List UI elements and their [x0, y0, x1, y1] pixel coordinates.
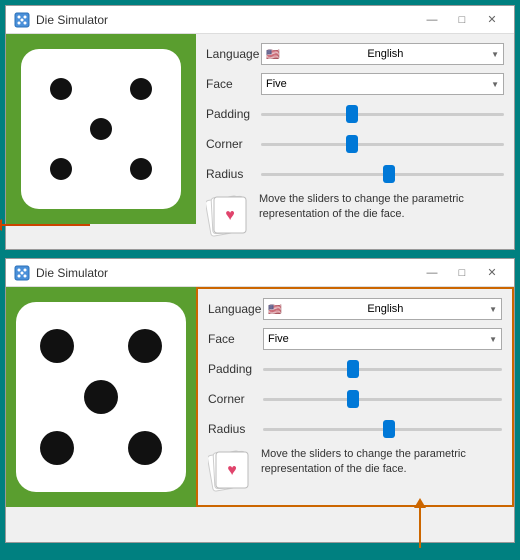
top-dot-br [130, 158, 152, 180]
bottom-arrow-line-icon [419, 508, 421, 548]
top-corner-slider[interactable] [261, 134, 504, 154]
top-language-chevron-icon: ▼ [491, 50, 499, 59]
bottom-face-row: Face Five ▼ [208, 327, 502, 351]
bottom-close-button[interactable]: ✕ [478, 262, 506, 284]
top-die-face [21, 49, 181, 209]
bottom-flag-icon: 🇺🇸 [268, 303, 282, 316]
bottom-window-content: Language 🇺🇸 English ▼ Face Five ▼ Paddin… [6, 287, 514, 507]
left-arrow-container [0, 215, 120, 235]
bottom-padding-thumb[interactable] [347, 360, 359, 378]
top-corner-thumb[interactable] [346, 135, 358, 153]
bottom-info-box: ♥ Move the sliders to change the paramet… [208, 447, 502, 492]
bottom-app-icon [14, 265, 30, 281]
bottom-dot-tl [40, 329, 74, 363]
top-corner-label: Corner [206, 137, 261, 151]
top-padding-row: Padding [206, 102, 504, 126]
bottom-language-value: English [367, 303, 403, 315]
bottom-controls: Language 🇺🇸 English ▼ Face Five ▼ Paddin… [196, 287, 514, 507]
top-maximize-button[interactable]: □ [448, 9, 476, 31]
top-window-content: Language 🇺🇸 English ▼ Face Five ▼ Paddin… [6, 34, 514, 245]
top-face-row: Face Five ▼ [206, 72, 504, 96]
bottom-info-text: Move the sliders to change the parametri… [261, 447, 502, 478]
bottom-titlebar-buttons: — □ ✕ [418, 262, 506, 284]
top-info-box: ♥ Move the sliders to change the paramet… [206, 192, 504, 237]
bottom-corner-track [263, 398, 502, 401]
bottom-face-chevron-icon: ▼ [489, 335, 497, 344]
left-arrow-icon [0, 224, 90, 226]
bottom-radius-slider[interactable] [263, 419, 502, 439]
bottom-corner-thumb[interactable] [347, 390, 359, 408]
bottom-die-area [6, 287, 196, 507]
top-cards-icon: ♥ [206, 192, 251, 237]
top-radius-slider[interactable] [261, 164, 504, 184]
bottom-dot-bl [40, 431, 74, 465]
bottom-corner-row: Corner [208, 387, 502, 411]
top-padding-thumb[interactable] [346, 105, 358, 123]
top-radius-row: Radius [206, 162, 504, 186]
bottom-dot-br [128, 431, 162, 465]
bottom-padding-slider[interactable] [263, 359, 502, 379]
top-face-value: Five [266, 78, 287, 90]
bottom-language-select[interactable]: 🇺🇸 English ▼ [263, 298, 502, 320]
top-language-row: Language 🇺🇸 English ▼ [206, 42, 504, 66]
top-flag-icon: 🇺🇸 [266, 48, 280, 61]
bottom-language-row: Language 🇺🇸 English ▼ [208, 297, 502, 321]
app-icon [14, 12, 30, 28]
bottom-minimize-button[interactable]: — [418, 262, 446, 284]
top-face-select[interactable]: Five ▼ [261, 73, 504, 95]
top-radius-track [261, 173, 504, 176]
top-language-select[interactable]: 🇺🇸 English ▼ [261, 43, 504, 65]
bottom-window: Die Simulator — □ ✕ Language 🇺🇸 [5, 258, 515, 543]
svg-text:♥: ♥ [227, 462, 237, 479]
bottom-arrow-head-icon [414, 498, 426, 508]
top-corner-track [261, 143, 504, 146]
bottom-corner-slider[interactable] [263, 389, 502, 409]
top-language-value: English [367, 48, 403, 60]
svg-text:♥: ♥ [225, 207, 235, 224]
top-radius-thumb[interactable] [383, 165, 395, 183]
bottom-radius-row: Radius [208, 417, 502, 441]
bottom-language-label: Language [208, 302, 263, 316]
top-radius-label: Radius [206, 167, 261, 181]
bottom-face-select[interactable]: Five ▼ [263, 328, 502, 350]
top-die-area [6, 34, 196, 224]
bottom-padding-label: Padding [208, 362, 263, 376]
top-dot-tl [50, 78, 72, 100]
top-language-label: Language [206, 47, 261, 61]
top-window: Die Simulator — □ ✕ Language 🇺🇸 [5, 5, 515, 250]
bottom-titlebar: Die Simulator — □ ✕ [6, 259, 514, 287]
bottom-padding-row: Padding [208, 357, 502, 381]
bottom-radius-label: Radius [208, 422, 263, 436]
top-face-label: Face [206, 77, 261, 91]
top-window-title: Die Simulator [36, 13, 418, 27]
top-face-chevron-icon: ▼ [491, 80, 499, 89]
bottom-face-label: Face [208, 332, 263, 346]
bottom-die-face [16, 302, 186, 492]
bottom-corner-label: Corner [208, 392, 263, 406]
bottom-maximize-button[interactable]: □ [448, 262, 476, 284]
bottom-cards-icon: ♥ [208, 447, 253, 492]
top-titlebar-buttons: — □ ✕ [418, 9, 506, 31]
top-titlebar: Die Simulator — □ ✕ [6, 6, 514, 34]
top-controls: Language 🇺🇸 English ▼ Face Five ▼ Paddin… [196, 34, 514, 245]
bottom-window-title: Die Simulator [36, 266, 418, 280]
top-padding-label: Padding [206, 107, 261, 121]
top-minimize-button[interactable]: — [418, 9, 446, 31]
bottom-language-chevron-icon: ▼ [489, 305, 497, 314]
bottom-dot-tr [128, 329, 162, 363]
top-padding-track [261, 113, 504, 116]
top-corner-row: Corner [206, 132, 504, 156]
top-dot-tr [130, 78, 152, 100]
bottom-radius-track [263, 428, 502, 431]
bottom-face-value: Five [268, 333, 289, 345]
top-padding-slider[interactable] [261, 104, 504, 124]
top-dot-bl [50, 158, 72, 180]
bottom-padding-track [263, 368, 502, 371]
bottom-arrow-container [410, 498, 430, 548]
bottom-dot-c [84, 380, 118, 414]
bottom-radius-thumb[interactable] [383, 420, 395, 438]
top-close-button[interactable]: ✕ [478, 9, 506, 31]
top-info-text: Move the sliders to change the parametri… [259, 192, 504, 223]
top-dot-c [90, 118, 112, 140]
